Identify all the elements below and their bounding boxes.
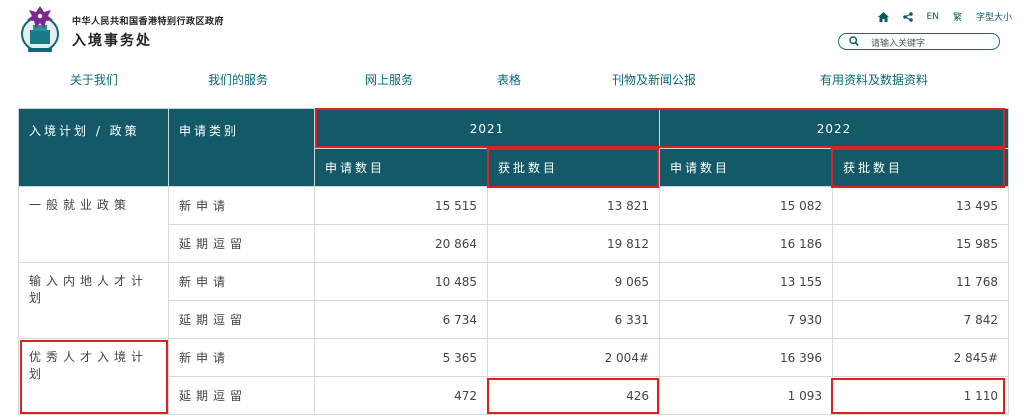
font-size-link[interactable]: 字型大小 [976, 10, 1012, 23]
home-icon[interactable] [877, 11, 889, 22]
search-icon[interactable] [849, 36, 859, 47]
header-year-2022: 2022 [659, 108, 1010, 149]
type-cell: 延期逗留 [168, 300, 315, 339]
value-cell: 2 845# [832, 338, 1010, 377]
subheader-approvals-2022: 获批数目 [832, 148, 1010, 187]
value-cell: 2 004# [486, 338, 661, 377]
table-row: 优秀人才入境计划 新申请 5 365 2 004# 16 396 2 845# [18, 338, 1010, 415]
value-cell: 6 331 [486, 300, 661, 339]
search-box[interactable]: 请输入关键字 [838, 33, 1000, 50]
value-cell: 13 821 [486, 186, 661, 225]
subheader-applications-2021: 申请数目 [314, 148, 488, 187]
type-cell: 新申请 [168, 262, 315, 301]
value-cell: 6 734 [314, 300, 488, 339]
value-cell: 9 065 [486, 262, 661, 301]
value-cell: 16 396 [659, 338, 834, 377]
scheme-cell: 一般就业政策 [18, 186, 169, 263]
lang-traditional-link[interactable]: 繁 [953, 10, 962, 23]
value-cell: 472 [314, 376, 488, 415]
header-application-type: 申请类别 [168, 108, 315, 187]
nav-online-services[interactable]: 网上服务 [365, 71, 413, 88]
table-row: 一般就业政策 新申请 15 515 13 821 15 082 13 495 [18, 186, 1010, 263]
table-row: 输入内地人才计划 新申请 10 485 9 065 13 155 11 768 [18, 262, 1010, 339]
value-cell: 1 093 [659, 376, 834, 415]
subheader-applications-2022: 申请数目 [659, 148, 834, 187]
share-icon[interactable] [902, 11, 913, 22]
type-cell: 延期逗留 [168, 224, 315, 263]
nav-forms[interactable]: 表格 [497, 71, 521, 88]
value-cell: 7 842 [832, 300, 1010, 339]
header-year-2021: 2021 [313, 108, 661, 149]
search-placeholder[interactable]: 请输入关键字 [871, 36, 925, 49]
value-cell: 13 155 [659, 262, 834, 301]
value-cell: 426 [486, 376, 661, 415]
nav-publications-press[interactable]: 刊物及新闻公报 [612, 71, 696, 88]
value-cell: 5 365 [314, 338, 488, 377]
value-cell: 13 495 [832, 186, 1010, 225]
value-cell: 19 812 [486, 224, 661, 263]
lang-en-link[interactable]: EN [927, 12, 939, 22]
type-cell: 新申请 [168, 186, 315, 225]
value-cell: 20 864 [314, 224, 488, 263]
nav-useful-info-statistics[interactable]: 有用资料及数据资料 [820, 71, 928, 88]
value-cell: 15 985 [832, 224, 1010, 263]
value-cell: 7 930 [659, 300, 834, 339]
value-cell: 1 110 [832, 376, 1010, 415]
government-name: 中华人民共和国香港特别行政区政府 [72, 17, 225, 27]
value-cell: 15 082 [659, 186, 834, 225]
site-header: 中华人民共和国香港特别行政区政府 入境事务处 EN 繁 字型大小 请输入关键字 [0, 0, 1024, 62]
nav-about-us[interactable]: 关于我们 [70, 71, 118, 88]
type-cell: 新申请 [168, 338, 315, 377]
hksar-emblem-logo[interactable] [18, 4, 62, 54]
value-cell: 15 515 [314, 186, 488, 225]
utility-bar: EN 繁 字型大小 [877, 10, 1012, 23]
header-scheme: 入境计划 / 政策 [18, 108, 169, 187]
value-cell: 16 186 [659, 224, 834, 263]
type-cell: 延期逗留 [168, 376, 315, 415]
subheader-approvals-2021: 获批数目 [486, 148, 661, 187]
statistics-table: 入境计划 / 政策 申请类别 2021 2022 申请数目 获批数目 申请数目 … [18, 108, 1010, 415]
nav-our-services[interactable]: 我们的服务 [208, 71, 268, 88]
department-name[interactable]: 入境事务处 [72, 30, 152, 50]
scheme-cell: 输入内地人才计划 [18, 262, 169, 339]
value-cell: 11 768 [832, 262, 1010, 301]
scheme-cell: 优秀人才入境计划 [18, 338, 169, 415]
main-nav: 关于我们 我们的服务 网上服务 表格 刊物及新闻公报 有用资料及数据资料 [0, 66, 1024, 90]
value-cell: 10 485 [314, 262, 488, 301]
